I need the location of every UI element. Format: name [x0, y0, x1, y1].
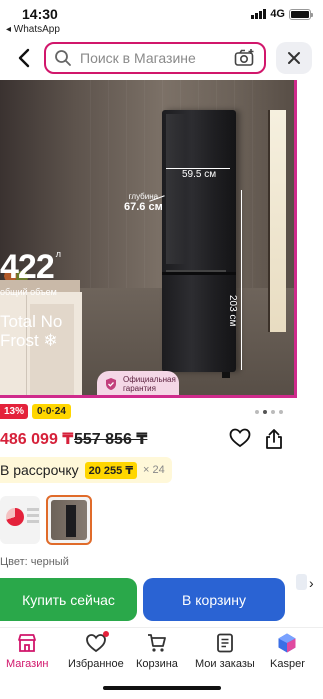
old-price: 557 856 ₸ — [74, 431, 148, 448]
color-label: Цвет: черный — [0, 556, 69, 568]
cart-icon — [147, 634, 166, 652]
back-button[interactable] — [12, 46, 36, 70]
warranty-badge: Официальная гарантия — [97, 371, 179, 397]
scroll-strip — [296, 574, 307, 590]
share-icon — [266, 429, 282, 449]
installment-amount: 20 255 ₸ — [84, 461, 137, 479]
tab-favorites[interactable]: Избранное — [68, 631, 124, 670]
chevron-left-icon — [18, 48, 30, 68]
tab-kasper[interactable]: Kasper — [270, 632, 305, 670]
carousel-dot[interactable] — [279, 410, 283, 414]
close-icon — [288, 52, 300, 64]
favorite-button[interactable] — [229, 428, 251, 450]
product-image-carousel[interactable]: 59.5 см 203 см глубина 67.6 см 422 л общи… — [0, 80, 297, 398]
search-input[interactable]: Поиск в Магазине — [44, 42, 266, 74]
promo-tags: 13% 0·0·24 — [0, 404, 71, 419]
shield-check-icon — [106, 378, 116, 390]
add-to-cart-button[interactable]: В корзину — [143, 578, 285, 621]
window-decor — [268, 110, 286, 332]
chevron-right-icon[interactable]: › — [309, 575, 314, 591]
discount-badge: 13% — [0, 404, 29, 419]
carousel-dot[interactable] — [271, 410, 275, 414]
search-icon — [55, 50, 71, 66]
share-button[interactable] — [264, 428, 286, 450]
refrigerator-image — [162, 110, 236, 378]
current-price: 486 099 ₸ — [0, 431, 74, 448]
tab-store[interactable]: Магазин — [6, 632, 48, 670]
carousel-dot[interactable] — [255, 410, 259, 414]
status-time: 14:30 — [22, 6, 58, 22]
depth-label: глубина 67.6 см — [124, 192, 163, 213]
carousel-dot[interactable] — [263, 410, 267, 414]
status-right: 4G — [251, 8, 313, 20]
back-to-app-link[interactable]: ◂ WhatsApp — [6, 24, 60, 35]
search-header: Поиск в Магазине — [0, 38, 323, 78]
status-bar: 14:30 ◂ WhatsApp 4G — [0, 0, 323, 38]
network-type: 4G — [270, 8, 285, 20]
width-label: 59.5 см — [182, 169, 217, 180]
volume-label: общий объем — [0, 287, 57, 297]
store-icon — [18, 634, 37, 652]
camera-search-icon[interactable] — [234, 48, 256, 68]
notification-dot — [102, 631, 109, 637]
heart-icon — [229, 428, 251, 448]
image-thumbnails — [0, 495, 92, 545]
home-indicator — [103, 686, 221, 690]
thumbnail-1[interactable] — [0, 496, 40, 544]
orders-icon — [216, 633, 233, 653]
volume-value: 422 л — [0, 248, 61, 286]
tab-orders[interactable]: Мои заказы — [195, 632, 255, 670]
close-button[interactable] — [276, 42, 312, 74]
installment-badge: 0·0·24 — [32, 404, 71, 419]
height-label: 203 см — [227, 295, 238, 327]
thumbnail-2[interactable] — [46, 495, 92, 545]
nofrost-label: Total No Frost ❄ — [0, 312, 63, 350]
signal-icon — [251, 9, 267, 19]
installment-offer[interactable]: В рассрочку 20 255 ₸ × 24 — [0, 457, 172, 483]
buy-now-button[interactable]: Купить сейчас — [0, 578, 137, 621]
tab-cart[interactable]: Корзина — [136, 632, 178, 670]
search-placeholder: Поиск в Магазине — [80, 50, 196, 66]
installment-label: В рассрочку — [0, 462, 79, 478]
installment-months: × 24 — [143, 464, 165, 476]
carousel-indicator — [255, 410, 283, 414]
kasper-icon — [278, 633, 296, 653]
battery-icon — [289, 8, 313, 20]
